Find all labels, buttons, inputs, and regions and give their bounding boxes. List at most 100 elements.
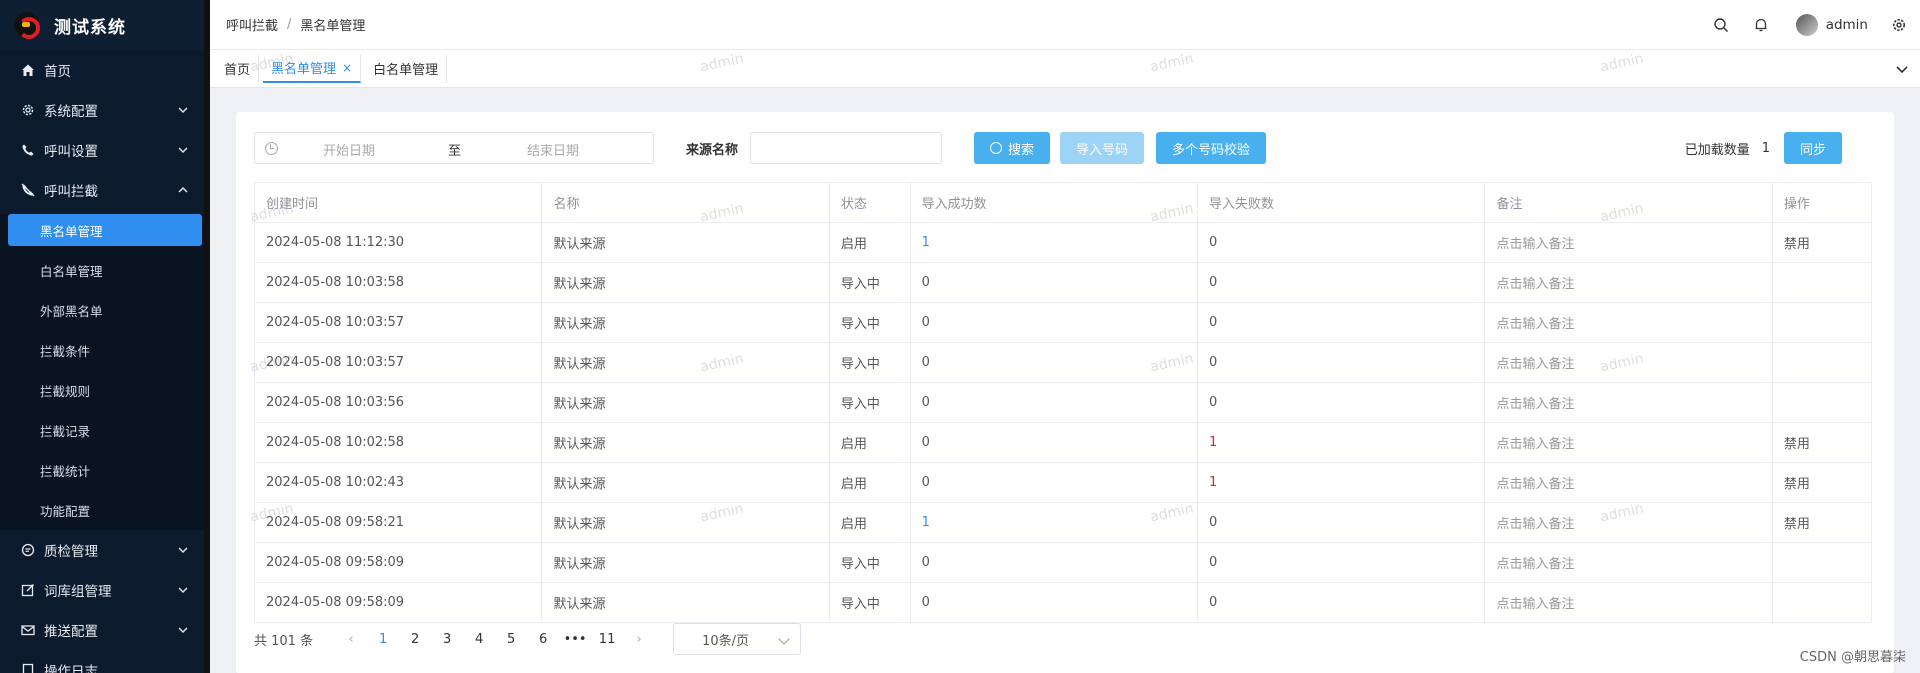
phone-icon <box>20 142 36 158</box>
action-cell[interactable]: 禁用 <box>1771 222 1873 263</box>
close-icon[interactable]: × <box>342 61 352 75</box>
status-cell: 启用 <box>828 422 911 463</box>
sidebar-item-call-intercept[interactable]: 呼叫拦截 <box>0 170 210 210</box>
page-button[interactable]: 2 <box>399 632 431 647</box>
prev-page-button[interactable]: ‹ <box>335 632 367 647</box>
more-pages-button[interactable]: ••• <box>559 632 591 647</box>
sidebar-item-intercept-rules[interactable]: 拦截规则 <box>0 370 210 410</box>
end-date-input[interactable]: 结束日期 <box>527 140 579 159</box>
sidebar-item-operation-log[interactable]: 操作日志 <box>0 650 210 673</box>
note-cell[interactable]: 点击输入备注 <box>1484 302 1773 343</box>
page-button[interactable]: 6 <box>527 632 559 647</box>
avatar[interactable] <box>1795 14 1818 36</box>
status-cell: 导入中 <box>828 582 911 623</box>
bell-icon[interactable] <box>1752 16 1770 34</box>
search-button[interactable]: 搜索 <box>974 132 1051 164</box>
blacklist-table: 创建时间 名称 状态 导入成功数 导入失败数 备注 操作 2024-05-08 … <box>253 182 1873 623</box>
sidebar-item-label: 质检管理 <box>44 544 98 560</box>
doc-icon <box>20 662 36 673</box>
date-range-picker[interactable]: 开始日期 至 结束日期 <box>254 132 654 164</box>
action-cell[interactable]: 禁用 <box>1771 422 1873 463</box>
success-count-cell: 0 <box>909 582 1199 623</box>
action-cell <box>1771 302 1873 343</box>
created-time-cell: 2024-05-08 10:03:57 <box>253 342 543 383</box>
note-cell[interactable]: 点击输入备注 <box>1484 422 1773 463</box>
sidebar-item-intercept-conditions[interactable]: 拦截条件 <box>0 330 210 370</box>
start-date-input[interactable]: 开始日期 <box>323 140 375 159</box>
page-size-select[interactable]: 10条/页 <box>673 623 802 655</box>
search-button-label: 搜索 <box>1008 142 1035 158</box>
import-numbers-button[interactable]: 导入号码 <box>1060 132 1145 164</box>
chevron-down-icon <box>178 547 188 553</box>
loaded-count-value: 1 <box>1761 140 1770 156</box>
settings-icon[interactable] <box>1890 16 1908 34</box>
tab-label: 首页 <box>224 63 251 78</box>
multi-number-verify-button[interactable]: 多个号码校验 <box>1156 132 1267 164</box>
note-cell[interactable]: 点击输入备注 <box>1484 342 1773 383</box>
created-time-cell: 2024-05-08 09:58:21 <box>253 502 543 543</box>
sidebar-item-external-blacklist[interactable]: 外部黑名单 <box>0 290 210 330</box>
sidebar-item-intercept-records[interactable]: 拦截记录 <box>0 410 210 450</box>
sidebar-item-lexicon[interactable]: 词库组管理 <box>0 570 210 610</box>
tab-label: 黑名单管理 <box>271 62 337 77</box>
source-name-input[interactable] <box>750 132 943 164</box>
action-cell[interactable]: 禁用 <box>1771 502 1873 543</box>
sidebar-item-call-settings[interactable]: 呼叫设置 <box>0 130 210 170</box>
tab-blacklist[interactable]: 黑名单管理 × <box>263 54 362 83</box>
breadcrumb-item[interactable]: 呼叫拦截 <box>226 15 278 34</box>
chevron-down-icon <box>178 107 188 113</box>
sync-button[interactable]: 同步 <box>1783 132 1842 164</box>
status-cell: 导入中 <box>828 342 911 383</box>
name-cell: 默认来源 <box>541 382 830 423</box>
sidebar-item-quality[interactable]: 质检管理 <box>0 530 210 570</box>
status-cell: 启用 <box>828 222 911 263</box>
tab-label: 白名单管理 <box>373 63 439 78</box>
sidebar-item-push-config[interactable]: 推送配置 <box>0 610 210 650</box>
tab-whitelist[interactable]: 白名单管理 <box>365 54 448 83</box>
sidebar-item-intercept-stats[interactable]: 拦截统计 <box>0 450 210 490</box>
note-cell[interactable]: 点击输入备注 <box>1484 462 1773 503</box>
next-page-button[interactable]: › <box>623 632 655 647</box>
created-time-cell: 2024-05-08 09:58:09 <box>253 582 543 623</box>
chevron-down-icon[interactable] <box>1894 61 1910 77</box>
action-cell[interactable]: 禁用 <box>1771 462 1873 503</box>
note-cell[interactable]: 点击输入备注 <box>1484 262 1773 303</box>
note-cell[interactable]: 点击输入备注 <box>1484 542 1773 583</box>
sidebar-item-whitelist[interactable]: 白名单管理 <box>0 250 210 290</box>
breadcrumb: 呼叫拦截 / 黑名单管理 <box>210 15 365 34</box>
created-time-cell: 2024-05-08 10:03:56 <box>253 382 543 423</box>
tab-home[interactable]: 首页 <box>216 54 260 83</box>
fail-count-cell: 0 <box>1197 342 1486 383</box>
chevron-down-icon <box>178 587 188 593</box>
page-button[interactable]: 3 <box>431 632 463 647</box>
note-cell[interactable]: 点击输入备注 <box>1484 582 1773 623</box>
page-button[interactable]: 11 <box>591 632 623 647</box>
note-cell[interactable]: 点击输入备注 <box>1484 382 1773 423</box>
page-button[interactable]: 4 <box>463 632 495 647</box>
sidebar-item-blacklist[interactable]: 黑名单管理 <box>8 214 202 246</box>
name-cell: 默认来源 <box>541 502 830 543</box>
search-icon[interactable] <box>1712 16 1730 34</box>
table-row: 2024-05-08 10:03:56 默认来源 导入中 0 0 点击输入备注 <box>253 382 1873 423</box>
loaded-count-label: 已加载数量 <box>1684 142 1750 158</box>
tabs-bar: 首页 黑名单管理 × 白名单管理 <box>210 50 1920 88</box>
column-header: 操作 <box>1771 182 1873 223</box>
header-actions: admin <box>1690 0 1908 50</box>
note-cell[interactable]: 点击输入备注 <box>1484 502 1773 543</box>
sidebar-item-home[interactable]: 首页 <box>0 50 210 90</box>
table-row: 2024-05-08 10:03:57 默认来源 导入中 0 0 点击输入备注 <box>253 342 1873 383</box>
edit-icon <box>20 582 36 598</box>
created-time-cell: 2024-05-08 10:03:57 <box>253 302 543 343</box>
breadcrumb-item-current: 黑名单管理 <box>300 19 366 34</box>
page-size-value: 10条/页 <box>702 633 750 649</box>
note-cell[interactable]: 点击输入备注 <box>1484 222 1773 263</box>
gear-icon <box>20 102 36 118</box>
page-button[interactable]: 1 <box>367 632 399 647</box>
table-header-row: 创建时间 名称 状态 导入成功数 导入失败数 备注 操作 <box>253 182 1873 223</box>
fail-count-cell: 0 <box>1197 582 1486 623</box>
sidebar-item-system-config[interactable]: 系统配置 <box>0 90 210 130</box>
sidebar-item-feature-config[interactable]: 功能配置 <box>0 490 210 530</box>
fail-count-cell: 0 <box>1197 302 1486 343</box>
page-button[interactable]: 5 <box>495 632 527 647</box>
username[interactable]: admin <box>1826 17 1868 33</box>
